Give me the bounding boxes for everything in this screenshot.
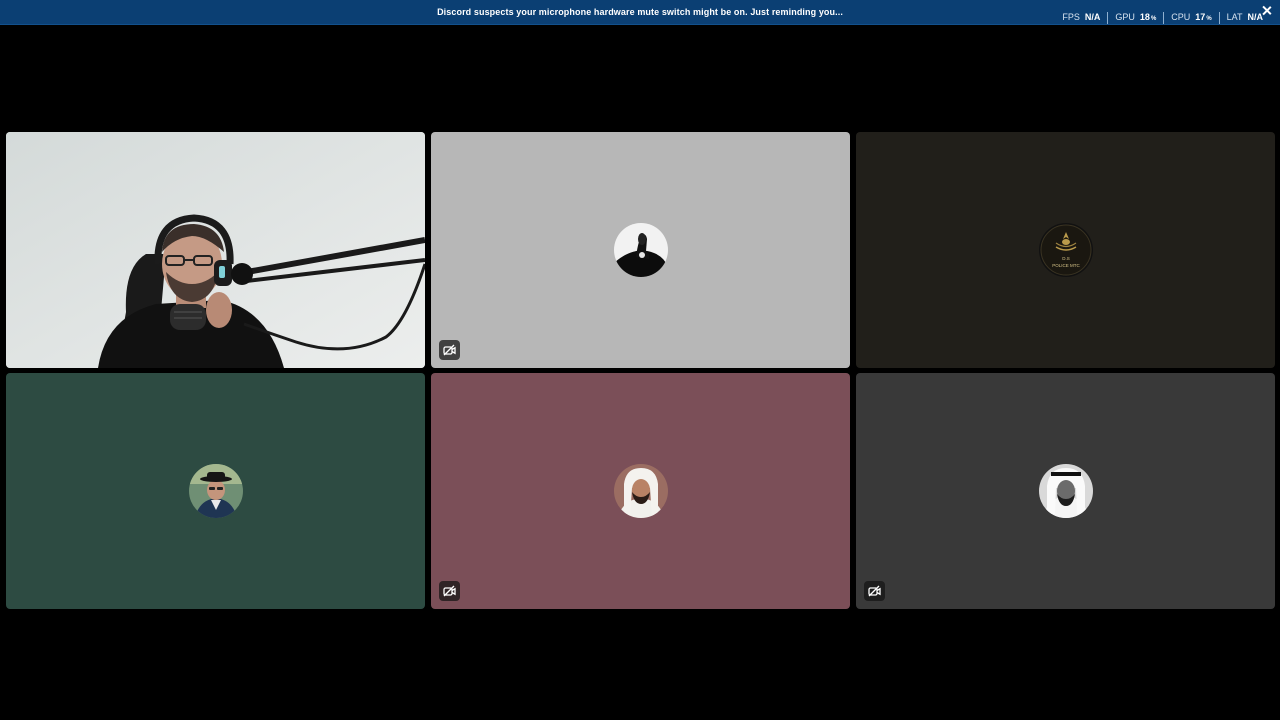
performance-overlay: FPS N/A GPU 18 % CPU 17 % LAT N/A	[1055, 12, 1270, 24]
gpu-unit: %	[1150, 16, 1157, 22]
video-tile-6[interactable]	[856, 373, 1275, 609]
man-in-hat-avatar	[188, 464, 243, 518]
svg-text:POLICE MTC: POLICE MTC	[1052, 263, 1080, 268]
emblem-avatar: D.S POLICE MTC	[1038, 223, 1093, 277]
cpu-unit: %	[1206, 16, 1212, 22]
fps-label: FPS	[1062, 12, 1080, 22]
cpu-value: 17	[1195, 12, 1206, 22]
gpu-value: 18	[1139, 12, 1150, 22]
camera-off-icon	[439, 581, 460, 601]
man-portrait-avatar	[613, 464, 668, 518]
fps-value: N/A	[1084, 12, 1101, 22]
video-tile-2[interactable]	[431, 132, 850, 368]
camera-feed	[6, 132, 425, 368]
video-tile-camera[interactable]	[6, 132, 425, 368]
cpu-stat: CPU 17 %	[1163, 12, 1218, 24]
close-icon[interactable]	[1261, 5, 1272, 16]
video-tile-4[interactable]	[6, 373, 425, 609]
camera-off-icon	[864, 581, 885, 601]
cpu-label: CPU	[1171, 12, 1191, 22]
gpu-stat: GPU 18 %	[1107, 12, 1163, 24]
call-stage: Discord suspects your microphone hardwar…	[0, 0, 1280, 720]
hand-gesture-avatar	[613, 223, 668, 277]
video-tile-5[interactable]	[431, 373, 850, 609]
camera-off-icon	[439, 340, 460, 360]
lat-label: LAT	[1226, 12, 1243, 22]
bw-portrait-avatar	[1038, 464, 1093, 518]
gpu-label: GPU	[1115, 12, 1135, 22]
fps-stat: FPS N/A	[1055, 12, 1107, 24]
svg-text:D.S: D.S	[1062, 256, 1070, 261]
mute-warning-bar: Discord suspects your microphone hardwar…	[0, 0, 1280, 25]
video-tile-3[interactable]: D.S POLICE MTC	[856, 132, 1275, 368]
